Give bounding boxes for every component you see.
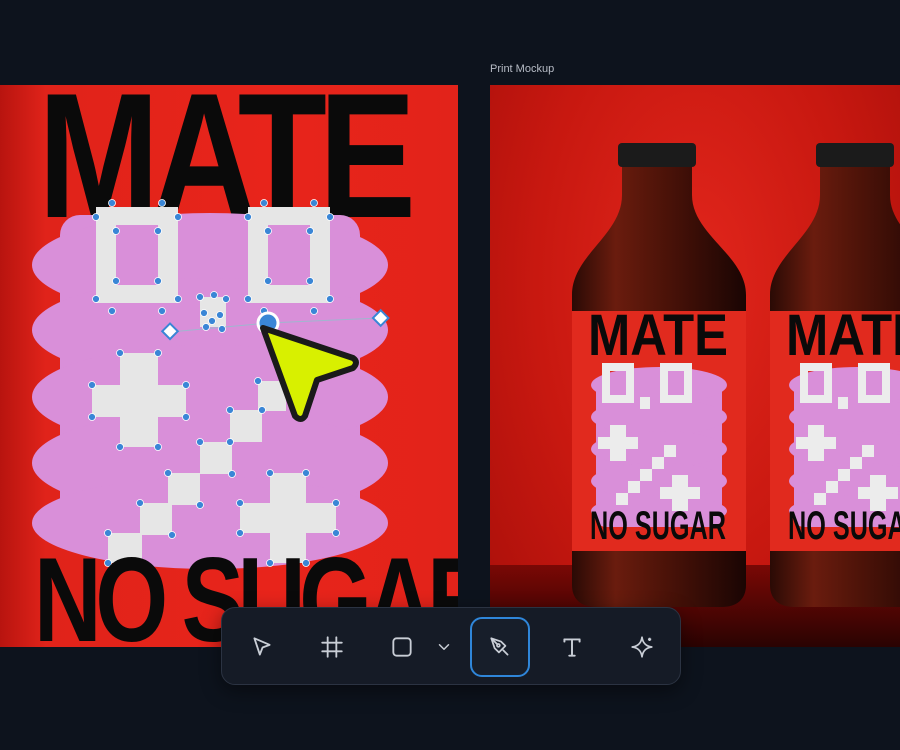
ai-assist-button[interactable] bbox=[612, 617, 672, 677]
mockup-frame-label[interactable]: Print Mockup bbox=[490, 63, 554, 75]
text-t-icon bbox=[563, 638, 581, 657]
collaborator-cursor-icon bbox=[260, 325, 359, 422]
bottle-left-label-subtitle: NO SUGAR bbox=[590, 504, 726, 548]
pointer-icon bbox=[253, 637, 271, 656]
chevron-down-icon[interactable] bbox=[435, 638, 453, 656]
frame-tool-button[interactable] bbox=[302, 617, 362, 677]
square-icon bbox=[392, 637, 412, 657]
bottle-right: MATE NO SUGAR bbox=[770, 143, 900, 607]
text-tool-button[interactable] bbox=[542, 617, 602, 677]
hash-frame-icon bbox=[321, 636, 343, 658]
tools-toolbar bbox=[221, 607, 681, 685]
bottle-left: MATE NO SUGAR bbox=[572, 143, 746, 607]
bottle-left-label-title: MATE bbox=[588, 303, 728, 368]
bottle-right-label-subtitle: NO SUGAR bbox=[788, 504, 900, 548]
move-tool-button[interactable] bbox=[232, 617, 292, 677]
bottle-right-label-title: MATE bbox=[786, 303, 900, 368]
sparkle-icon bbox=[631, 636, 653, 658]
print-mockup-artboard[interactable]: MATE NO SUGAR MAT NO SUGA bbox=[490, 85, 900, 647]
bottle-photo: MATE NO SUGAR MAT NO SUGA bbox=[490, 143, 900, 647]
poster-artboard[interactable]: MATE NO SUGAR bbox=[0, 85, 458, 647]
pen-tool-button[interactable] bbox=[470, 617, 530, 677]
pen-tool-icon bbox=[490, 637, 509, 656]
rectangle-tool-button[interactable] bbox=[372, 617, 432, 677]
